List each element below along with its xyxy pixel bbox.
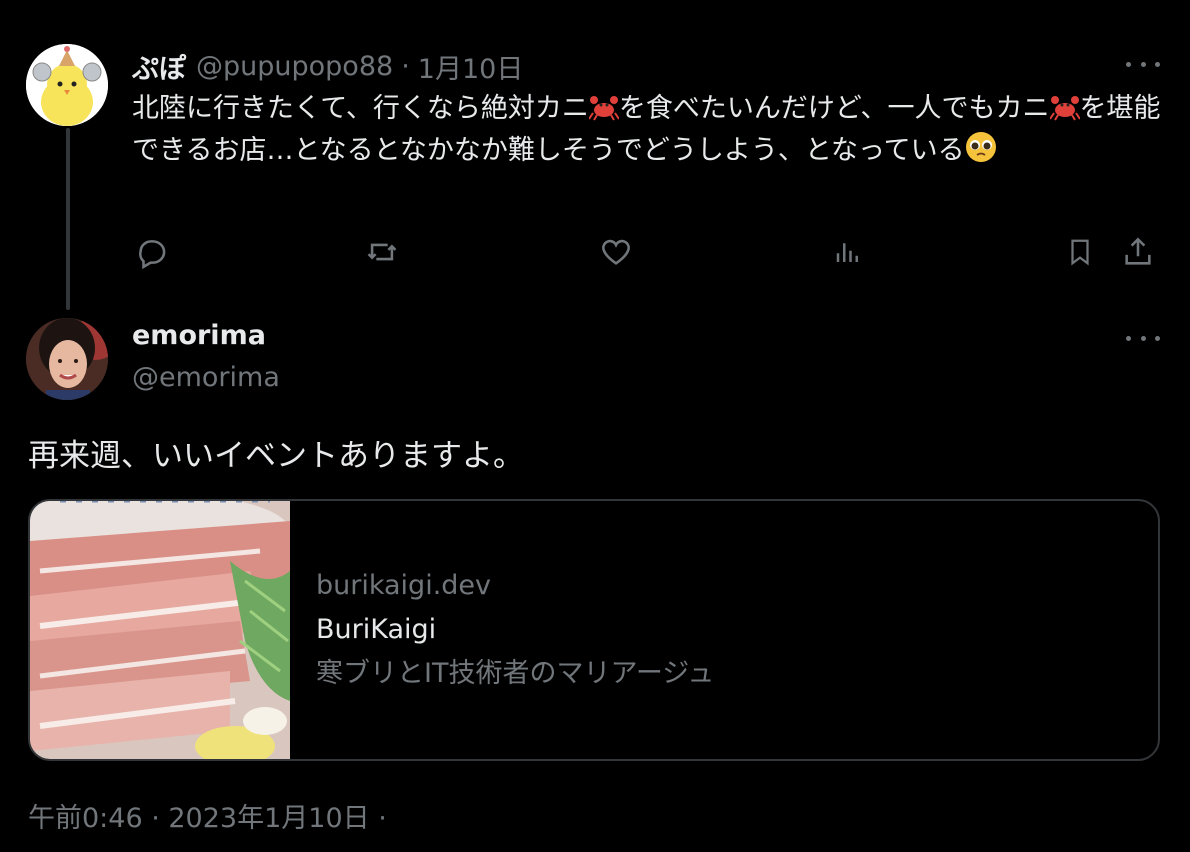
tweet2-more-icon[interactable] bbox=[1126, 328, 1160, 348]
card-thumbnail-image bbox=[30, 501, 290, 759]
tweet1-separator: · bbox=[401, 50, 410, 82]
tweet1-action-bar bbox=[132, 232, 1162, 276]
tweet1-display-name[interactable]: ぷぽ bbox=[132, 47, 186, 86]
chick-avatar-image bbox=[26, 44, 108, 126]
avatar-emorima[interactable] bbox=[26, 318, 108, 400]
card-description: 寒ブリとIT技術者のマリアージュ bbox=[316, 658, 715, 689]
retweet-icon[interactable] bbox=[362, 232, 402, 272]
tweet1-handle[interactable]: @pupupopo88 bbox=[196, 51, 393, 82]
tweet2-display-name[interactable]: emorima bbox=[132, 320, 266, 351]
card-body: burikaigi.dev BuriKaigi 寒ブリとIT技術者のマリアージュ bbox=[290, 501, 714, 759]
tweet1-text-part1: 北陸に行きたくて、行くなら絶対カニ bbox=[132, 93, 589, 124]
views-icon[interactable] bbox=[828, 232, 868, 272]
share-icon[interactable] bbox=[1118, 232, 1158, 272]
tweet1-text-part2: を食べたいんだけど、一人でもカニ bbox=[618, 93, 1050, 124]
tweet1-text: 北陸に行きたくて、行くなら絶対カニ を食べたいんだけど、一人でもカニ を堪能できるお… bbox=[132, 88, 1162, 172]
card-domain[interactable]: burikaigi.dev bbox=[316, 564, 714, 608]
like-icon[interactable] bbox=[596, 232, 636, 272]
thread-connector-line bbox=[66, 128, 70, 310]
link-preview-card[interactable]: burikaigi.dev BuriKaigi 寒ブリとIT技術者のマリアージュ bbox=[28, 499, 1160, 761]
tweet1-more-icon[interactable] bbox=[1126, 54, 1160, 74]
tweet2-text: 再来週、いいイベントありますよ。 bbox=[28, 438, 524, 474]
pleading-face-icon bbox=[965, 132, 996, 162]
tweet2-timestamp[interactable]: 午前0:46 · 2023年1月10日 · bbox=[28, 796, 387, 835]
tweet1-date[interactable]: 1月10日 bbox=[418, 47, 524, 86]
avatar-pupupopo88[interactable] bbox=[26, 44, 108, 126]
crab-icon bbox=[1049, 96, 1080, 121]
reply-icon[interactable] bbox=[132, 232, 172, 272]
crab-icon bbox=[588, 96, 619, 121]
woman-avatar-image bbox=[26, 318, 108, 400]
bookmark-icon[interactable] bbox=[1060, 232, 1100, 272]
tweet1-header: ぷぽ @pupupopo88 · 1月10日 bbox=[132, 47, 524, 86]
card-title[interactable]: BuriKaigi bbox=[316, 608, 714, 652]
tweet2-handle[interactable]: @emorima bbox=[132, 362, 280, 393]
